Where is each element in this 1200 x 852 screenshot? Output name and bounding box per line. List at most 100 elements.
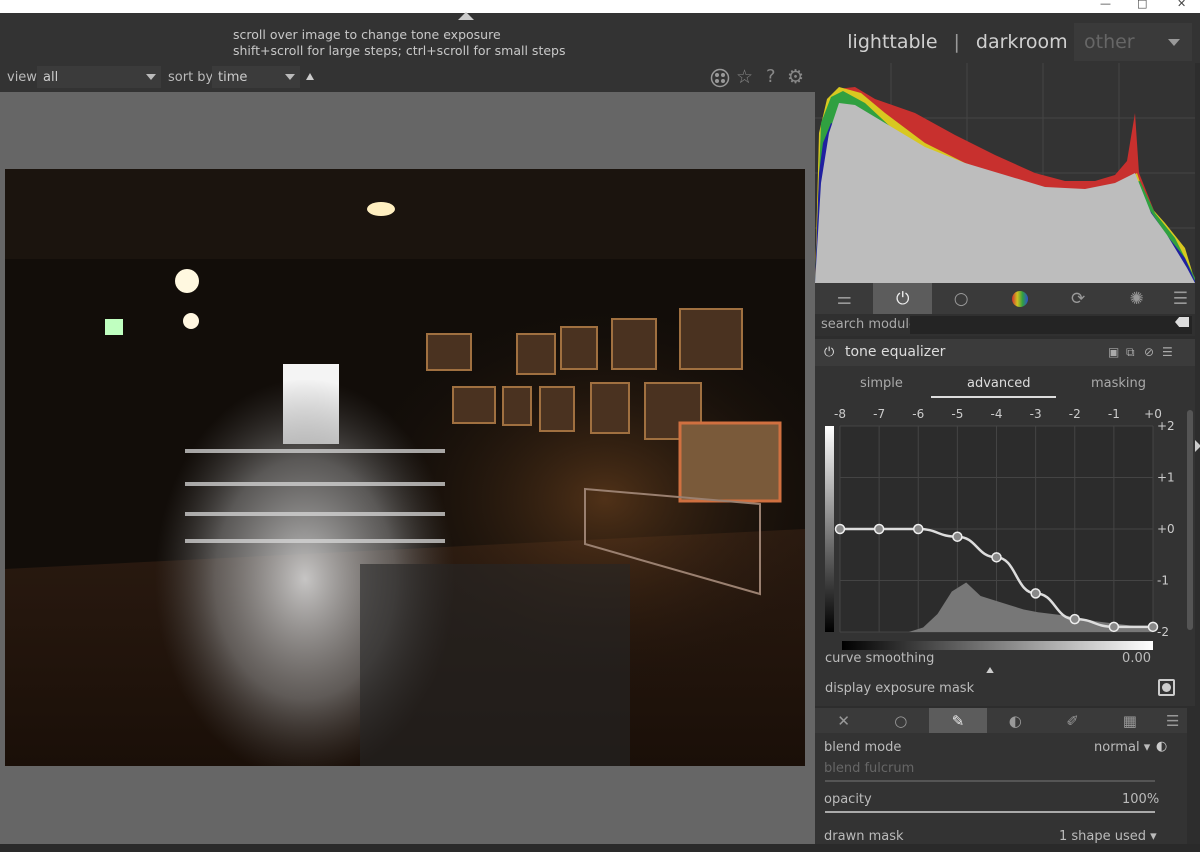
sort-label: sort by [168,70,214,85]
view-lighttable[interactable]: lighttable [847,31,937,53]
right-panel: ⚌ ⏻ ○ ⟳ ✺ ☰ search module ⏻ tone equaliz… [815,63,1200,844]
uniform-mask-icon[interactable]: ○ [872,708,929,733]
mask-menu-icon[interactable]: ☰ [1158,708,1187,733]
correct-modules-icon[interactable]: ⟳ [1049,283,1107,314]
curve-node[interactable] [1069,613,1080,625]
sort-direction-icon[interactable] [306,73,314,80]
search-module-row: search module [815,314,1195,336]
curve-node[interactable] [1030,588,1041,599]
module-header[interactable]: ⏻ tone equalizer ▣ ⧉ ⊘ ☰ [815,339,1195,366]
curve-node[interactable] [991,552,1002,563]
curve-node[interactable] [1108,621,1120,633]
presets-icon[interactable]: ☰ [1162,345,1173,359]
sort-value: time [218,70,248,85]
y-axis-label: +2 [1157,419,1175,433]
tab-advanced[interactable]: advanced [967,376,1031,391]
active-modules-icon[interactable]: ⏻ [873,283,932,314]
quick-access-icon[interactable]: ⚌ [815,283,873,314]
minimize-icon[interactable]: — [1100,0,1111,10]
module-group-tabs: ⚌ ⏻ ○ ⟳ ✺ ☰ [815,283,1195,314]
star-icon[interactable]: ☆ [736,66,753,88]
effect-modules-icon[interactable]: ✺ [1107,283,1165,314]
window-titlebar: — □ ✕ [0,0,1200,13]
collapse-top-panel-icon[interactable] [458,12,474,20]
right-panel-scrollbar[interactable] [1187,410,1193,630]
view-filter-label: view [7,70,37,85]
curve-smoothing-value: 0.00 [1122,651,1151,666]
display-exposure-mask-label: display exposure mask [825,681,975,696]
curve-node[interactable] [834,523,846,535]
ev-label: -6 [912,407,924,421]
view-other-dropdown[interactable]: other [1074,23,1192,61]
power-icon[interactable]: ⏻ [824,345,834,360]
module-title: tone equalizer [845,344,946,360]
blend-mode-label: blend mode [824,740,902,755]
curve-node[interactable] [873,523,885,535]
blend-mode-select[interactable]: normal ▾ [1094,740,1150,755]
opacity-value: 100% [1122,792,1160,807]
drawn-mask-label: drawn mask [824,829,904,844]
mask-type-tabs: ✕ ○ ✎ ◐ ✐ ▦ ☰ [815,708,1187,733]
blending-section: blend mode normal ▾ ◐ blend fulcrum opac… [815,733,1187,844]
bottom-filmstrip-bar [0,844,1200,852]
hint-line-2: shift+scroll for large steps; ctrl+scrol… [233,43,566,58]
duplicate-icon[interactable]: ⧉ [1126,345,1135,360]
y-axis-label: +1 [1157,471,1175,485]
collapse-right-panel-icon[interactable] [1195,440,1200,452]
base-modules-icon[interactable]: ○ [932,283,990,314]
color-modules-icon[interactable] [990,283,1048,314]
image-canvas-area[interactable] [0,92,815,844]
blend-fulcrum-label: blend fulcrum [824,761,915,776]
help-icon[interactable]: ? [766,66,776,87]
main-photo[interactable] [5,169,805,766]
view-darkroom[interactable]: darkroom [976,31,1068,53]
horizontal-luminance-gradient [842,641,1153,650]
photo-render [5,169,805,766]
histogram-graph [815,63,1195,283]
restore-icon[interactable]: □ [1137,0,1147,10]
raster-mask-icon[interactable]: ▦ [1101,708,1158,733]
mask-off-icon[interactable]: ✕ [815,708,872,733]
blend-mode-value: normal [1094,740,1140,755]
histogram[interactable] [815,63,1195,283]
reset-icon[interactable]: ⊘ [1144,345,1154,359]
view-separator: | [953,31,960,53]
display-exposure-mask-toggle[interactable] [1158,679,1175,696]
y-axis-label: -2 [1157,625,1169,639]
close-icon[interactable]: ✕ [1177,0,1186,10]
curve-smoothing-label: curve smoothing [825,651,935,666]
drawn-mask-icon[interactable]: ✎ [929,708,987,733]
hint-line-1: scroll over image to change tone exposur… [233,27,501,42]
sort-select[interactable]: time [212,66,300,88]
curve-node[interactable] [913,523,924,535]
blend-mode-toggle-icon[interactable]: ◐ [1156,739,1167,754]
display-exposure-mask-row: display exposure mask [815,673,1195,703]
drawn-mask-value: 1 shape used [1059,829,1147,844]
opacity-slider[interactable] [825,811,1155,813]
chevron-down-icon [1168,39,1180,46]
chevron-down-icon [146,74,156,80]
chevron-down-icon [285,74,295,80]
y-axis-label: +0 [1157,522,1175,536]
drawn-parametric-mask-icon[interactable]: ✐ [1044,708,1101,733]
ev-label: -3 [1030,407,1042,421]
view-switcher: lighttable | darkroom | [847,31,1090,53]
multi-instance-icon[interactable]: ▣ [1108,345,1119,359]
color-labels-icon[interactable] [710,68,730,93]
search-module-input[interactable] [910,316,1192,334]
view-filter-select[interactable]: all [37,66,161,88]
blend-fulcrum-slider[interactable] [825,780,1155,782]
ev-label: -5 [951,407,963,421]
tone-equalizer-tabs: simple advanced masking [815,371,1195,398]
menu-icon[interactable]: ☰ [1166,283,1195,314]
gear-icon[interactable]: ⚙ [787,66,804,88]
top-header: scroll over image to change tone exposur… [0,12,1200,63]
drawn-mask-select[interactable]: 1 shape used ▾ [1059,829,1157,844]
view-other-label: other [1084,31,1135,53]
search-module-label: search module [821,317,918,332]
view-filter-value: all [43,70,59,85]
parametric-mask-icon[interactable]: ◐ [987,708,1044,733]
tab-masking[interactable]: masking [1091,376,1146,391]
curve-node[interactable] [952,531,963,542]
tab-simple[interactable]: simple [860,376,903,391]
